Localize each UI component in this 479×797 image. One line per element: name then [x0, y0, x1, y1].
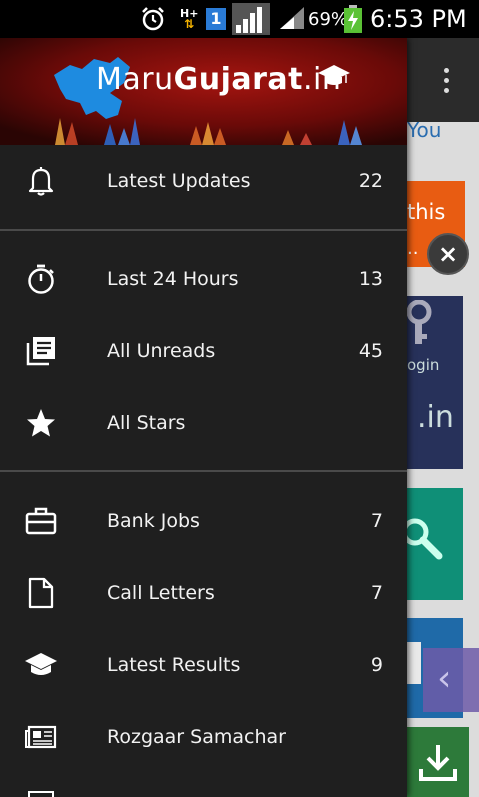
background-banner-ellipsis: ..: [407, 238, 419, 259]
brand-prefix: Maru: [96, 62, 174, 97]
menu-item-label: Latest Results: [107, 654, 241, 676]
background-strip: [407, 642, 421, 684]
menu-item-label: Bank Jobs: [107, 510, 200, 532]
briefcase-icon: [24, 505, 58, 537]
document-icon: [24, 577, 58, 609]
menu-item-label: All Stars: [107, 412, 186, 434]
menu-item-count: 7: [370, 582, 383, 604]
menu-item-latest-updates[interactable]: Latest Updates 22: [0, 145, 407, 217]
navigation-drawer: MaruGujarat.in Latest Updates 22 Last 24…: [0, 38, 407, 797]
menu-item-label: Last 24 Hours: [107, 268, 239, 290]
section-divider: [0, 470, 407, 472]
menu-item-label: Call Letters: [107, 582, 215, 604]
menu-item-label: All Unreads: [107, 340, 216, 362]
menu-item-count: 22: [358, 170, 383, 192]
star-icon: [24, 407, 58, 439]
menu-item-call-letters[interactable]: Call Letters 7: [0, 557, 407, 629]
alarm-icon: [140, 0, 166, 38]
menu-item-last-24-hours[interactable]: Last 24 Hours 13: [0, 243, 407, 315]
signal-strength-icon-secondary: [278, 0, 306, 38]
library-books-icon: [24, 335, 58, 367]
menu-item-count: 9: [370, 654, 383, 676]
battery-charging-icon: [344, 0, 362, 38]
signal-strength-icon: [232, 0, 270, 38]
chevron-left-icon[interactable]: ‹: [437, 658, 451, 699]
next-menu-item-icon: [28, 791, 54, 797]
key-icon: [407, 300, 432, 344]
menu-item-bank-jobs[interactable]: Bank Jobs 7: [0, 485, 407, 557]
brand-name: Gujarat: [173, 62, 304, 97]
menu-item-count: 7: [370, 510, 383, 532]
background-login-text: ogin: [407, 356, 440, 374]
menu-item-label: Rozgaar Samachar: [107, 726, 286, 748]
menu-item-latest-results[interactable]: Latest Results 9: [0, 629, 407, 701]
graduation-cap-icon: [24, 649, 58, 681]
overflow-menu-icon[interactable]: [437, 66, 457, 96]
battery-percent: 69%: [308, 8, 349, 30]
menu-item-label: Latest Updates: [107, 170, 251, 192]
bell-icon: [24, 165, 58, 197]
menu-item-all-unreads[interactable]: All Unreads 45: [0, 315, 407, 387]
background-logo-fragment: .in: [417, 400, 454, 435]
menu-item-count: 13: [358, 268, 383, 290]
brand-suffix: .in: [303, 62, 342, 97]
background-text-fragment: You: [407, 118, 442, 142]
background-app-content: You this .. × ogin .in ‹: [407, 38, 479, 797]
close-icon[interactable]: ×: [427, 233, 469, 275]
drawer-header: MaruGujarat.in: [0, 38, 407, 145]
clock-time: 6:53 PM: [370, 5, 467, 33]
search-icon[interactable]: [407, 518, 443, 562]
sim-indicator: 1: [206, 0, 226, 38]
brand-logo: MaruGujarat.in: [96, 62, 341, 97]
menu-item-count: 45: [358, 340, 383, 362]
stopwatch-icon: [24, 263, 58, 295]
section-divider: [0, 229, 407, 231]
menu-item-rozgaar-samachar[interactable]: Rozgaar Samachar: [0, 701, 407, 773]
menu-item-all-stars[interactable]: All Stars: [0, 387, 407, 459]
newspaper-icon: [24, 721, 58, 753]
status-bar: H+ ⇅ 1 69% 6:53 PM: [0, 0, 479, 38]
sim-slot-label: 1: [206, 8, 226, 30]
download-icon[interactable]: [407, 727, 469, 797]
background-toolbar: [407, 38, 479, 122]
background-banner-text: this: [407, 200, 446, 224]
network-type-indicator: H+ ⇅: [180, 7, 199, 31]
